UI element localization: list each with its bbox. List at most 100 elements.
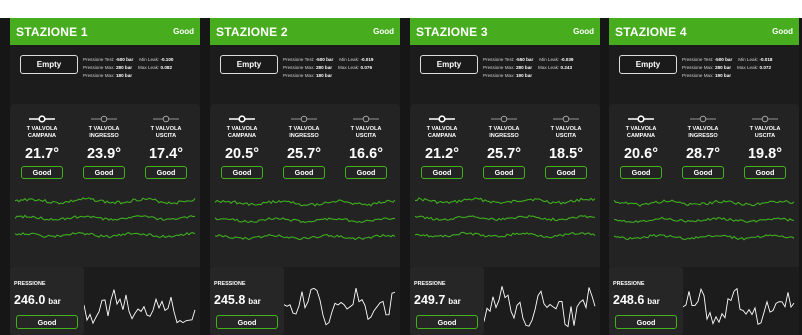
- station-header[interactable]: STAZIONE 1 Good: [10, 18, 200, 45]
- temperature-value: 18.5°: [548, 146, 584, 162]
- station-title: STAZIONE 1: [16, 24, 88, 39]
- sensor-status-button[interactable]: Good: [545, 166, 587, 179]
- pressure-unit: bar: [647, 297, 660, 306]
- parameter-row: Pressione Test: -500 bar Min Leak: -0.019: [283, 56, 398, 64]
- pressure-max-value: 190 bar: [714, 73, 732, 78]
- trend-line: [414, 231, 596, 239]
- pressure-max-label: Pressione Max:: [682, 65, 714, 70]
- trend-line: [214, 199, 396, 207]
- temperature-trend-chart: [414, 197, 596, 239]
- sparkline-path: [484, 286, 596, 328]
- valve-icon: [429, 115, 455, 123]
- sparkline-path: [683, 287, 795, 326]
- min-leak-value: -0.039: [560, 57, 574, 62]
- pressure-max-label: Pressione Max:: [283, 73, 315, 78]
- sensor-status-button[interactable]: Good: [345, 166, 387, 179]
- parameter-row: Pressione Max: 280 bar Max Leak: 0.243: [483, 64, 598, 72]
- parameter-row: Pressione Max: 280 bar Max Leak: 0.076: [283, 64, 398, 72]
- pressure-box: PRESSIONE 248.6 bar Good: [609, 267, 683, 335]
- pressure-max-value: 280 bar: [315, 65, 333, 70]
- sensor-card: T VALVOLA INGRESSO 23.9° Good: [78, 114, 130, 179]
- temperature-trend-chart: [214, 199, 396, 241]
- sensor-status-button[interactable]: Good: [421, 166, 463, 179]
- sensor-status-button[interactable]: Good: [21, 166, 63, 179]
- station-status: Good: [373, 27, 394, 36]
- pressure-max-label: Pressione Max:: [83, 73, 115, 78]
- temperature-panel: T VALVOLA CAMPANA 21.7° Good T VALVOLA INGR…: [10, 104, 200, 269]
- sensor-status-button[interactable]: Good: [620, 166, 662, 179]
- sensor-status-button[interactable]: Good: [682, 166, 724, 179]
- pressure-max-label: Pressione Max:: [483, 65, 515, 70]
- min-leak-label: Min Leak:: [539, 57, 560, 62]
- station-info: Empty Pressione Test: -500 bar Min Leak: -…: [10, 45, 200, 111]
- pressure-status-button[interactable]: Good: [216, 315, 278, 329]
- empty-button[interactable]: Empty: [220, 55, 278, 74]
- sparkline-path: [284, 287, 396, 326]
- sensor-label: T VALVOLA INGRESSO: [488, 126, 520, 139]
- pressure-sparkline: [284, 287, 396, 326]
- sensor-status-button[interactable]: Good: [283, 166, 325, 179]
- sensor-label: T VALVOLA USCITA: [150, 126, 182, 139]
- pressure-reading: 249.7 bar: [414, 293, 461, 307]
- sensor-label: T VALVOLA INGRESSO: [687, 126, 719, 139]
- pressure-reading: 248.6 bar: [613, 293, 660, 307]
- sensor-status-button[interactable]: Good: [221, 166, 263, 179]
- parameters-list: Pressione Test: -500 bar Min Leak: -0.019…: [283, 56, 398, 80]
- pressure-status-button[interactable]: Good: [416, 315, 478, 329]
- station-header[interactable]: STAZIONE 2 Good: [210, 18, 400, 45]
- pressure-box: PRESSIONE 246.0 bar Good: [10, 267, 84, 335]
- pressure-value: 246.0: [14, 293, 46, 307]
- station-header[interactable]: STAZIONE 4 Good: [609, 18, 799, 45]
- temperature-value: 21.7°: [24, 146, 60, 162]
- valve-icon: [29, 115, 55, 123]
- max-leak-value: 0.243: [560, 65, 573, 70]
- sensor-label: T VALVOLA INGRESSO: [88, 126, 120, 139]
- pressure-value: 245.8: [214, 293, 246, 307]
- temperature-value: 23.9°: [86, 146, 122, 162]
- temperature-trend-chart: [613, 199, 795, 241]
- pressure-max-label: Pressione Max:: [283, 65, 315, 70]
- parameter-row: Pressione Test: -500 bar Min Leak: -0.100: [83, 56, 198, 64]
- empty-button[interactable]: Empty: [420, 55, 478, 74]
- station-title: STAZIONE 3: [416, 24, 488, 39]
- station-header[interactable]: STAZIONE 3 Good: [410, 18, 600, 45]
- max-leak-label: Max Leak:: [138, 65, 160, 70]
- station-info: Empty Pressione Test: -500 bar Min Leak: -…: [210, 45, 400, 111]
- temperature-value: 20.6°: [623, 146, 659, 162]
- station-status: Good: [573, 27, 594, 36]
- temperature-panel: T VALVOLA CAMPANA 20.5° Good T VALVOLA INGR…: [210, 104, 400, 269]
- empty-button[interactable]: Empty: [619, 55, 677, 74]
- sensor-label: T VALVOLA CAMPANA: [226, 126, 258, 139]
- min-leak-value: -0.100: [160, 57, 174, 62]
- pressure-label: PRESSIONE: [414, 281, 446, 287]
- sensor-status-button[interactable]: Good: [145, 166, 187, 179]
- pressure-test-value: -500 bar: [315, 57, 334, 62]
- sensor-card: T VALVOLA USCITA 18.5° Good: [540, 114, 592, 179]
- pressure-test-value: -500 bar: [115, 57, 134, 62]
- sensor-label: T VALVOLA INGRESSO: [288, 126, 320, 139]
- pressure-max-value: 280 bar: [714, 65, 732, 70]
- sensor-card: T VALVOLA CAMPANA 20.6° Good: [615, 114, 667, 179]
- pressure-reading: 246.0 bar: [14, 293, 61, 307]
- temperature-value: 25.7°: [286, 146, 322, 162]
- station-panel: STAZIONE 4 Good Empty Pressione Test: -500 …: [609, 18, 799, 335]
- pressure-panel: PRESSIONE 245.8 bar Good: [210, 267, 400, 335]
- pressure-status-button[interactable]: Good: [615, 315, 677, 329]
- sensor-status-button[interactable]: Good: [744, 166, 786, 179]
- parameters-list: Pressione Test: -500 bar Min Leak: -0.018…: [682, 56, 797, 80]
- station-panel: STAZIONE 1 Good Empty Pressione Test: -500 …: [10, 18, 200, 335]
- sensor-status-button[interactable]: Good: [483, 166, 525, 179]
- pressure-status-button[interactable]: Good: [16, 315, 78, 329]
- sensor-status-button[interactable]: Good: [83, 166, 125, 179]
- pressure-max-value: 280 bar: [515, 65, 533, 70]
- valve-icon: [229, 115, 255, 123]
- parameter-row: Pressione Max: 180 bar: [83, 72, 198, 80]
- empty-button[interactable]: Empty: [20, 55, 78, 74]
- valve-icon: [628, 115, 654, 123]
- valve-icon: [553, 115, 579, 123]
- sensor-card: T VALVOLA USCITA 17.4° Good: [140, 114, 192, 179]
- pressure-test-label: Pressione Test:: [682, 57, 714, 62]
- pressure-value: 248.6: [613, 293, 645, 307]
- trend-line: [14, 197, 196, 205]
- pressure-test-label: Pressione Test:: [83, 57, 115, 62]
